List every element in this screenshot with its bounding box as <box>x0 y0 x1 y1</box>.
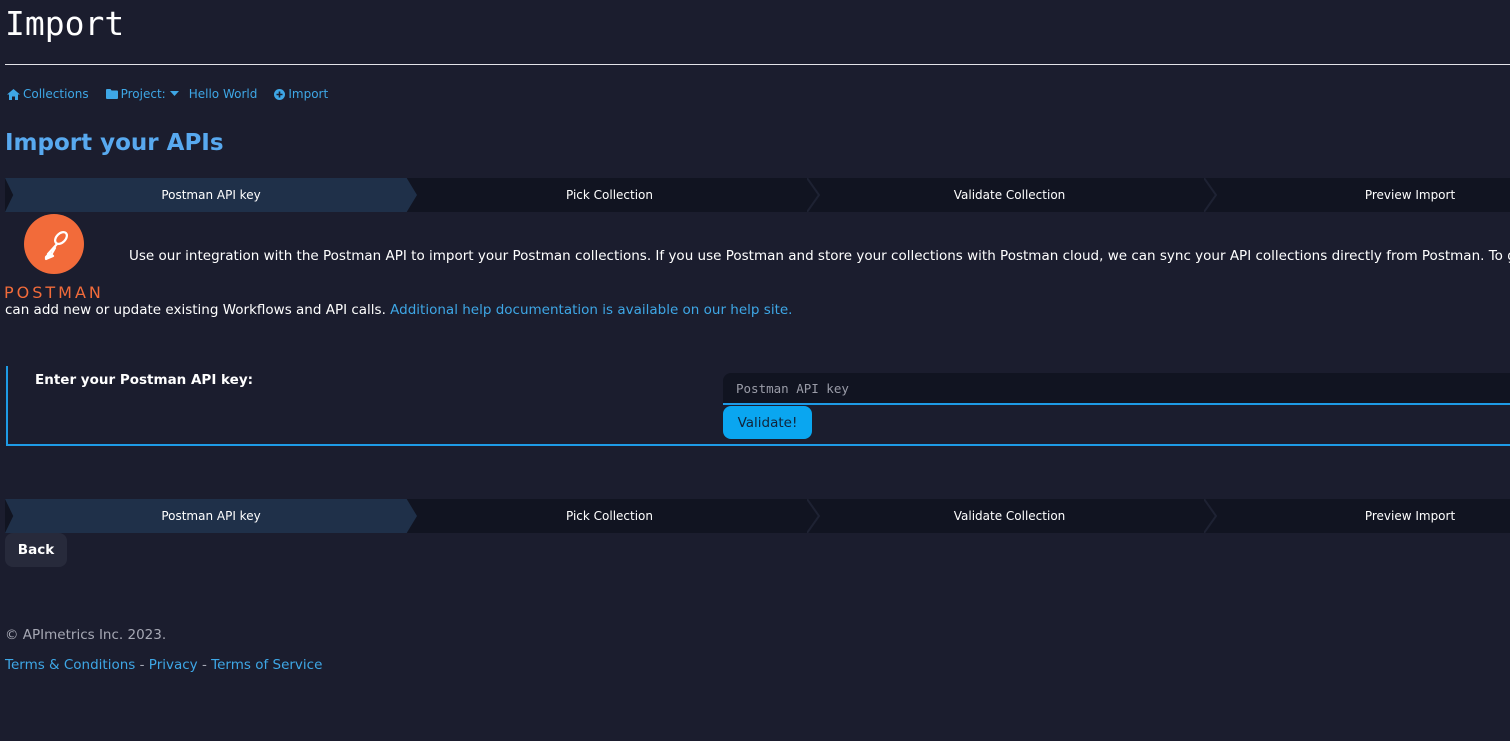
home-icon <box>7 88 20 100</box>
breadcrumb-collections-label: Collections <box>23 87 89 101</box>
step-postman-api-key: Postman API key <box>5 499 417 533</box>
step-label: Preview Import <box>1364 188 1456 202</box>
step-progress-top: Postman API key Pick Collection Validate… <box>5 178 1510 212</box>
step-pick-collection: Pick Collection <box>407 178 812 212</box>
breadcrumb-project-name[interactable]: Hello World <box>189 87 258 101</box>
terms-conditions-link[interactable]: Terms & Conditions <box>5 657 135 673</box>
plus-circle-icon <box>274 88 286 100</box>
step-label: Pick Collection <box>565 509 654 523</box>
step-validate-collection: Validate Collection <box>812 178 1207 212</box>
api-key-label: Enter your Postman API key: <box>35 372 254 388</box>
footer-separator: - <box>135 657 149 673</box>
step-postman-api-key: Postman API key <box>5 178 417 212</box>
folder-icon <box>105 89 118 99</box>
step-label: Postman API key <box>161 188 261 202</box>
breadcrumb-import[interactable]: Import <box>274 87 328 101</box>
step-pick-collection: Pick Collection <box>407 499 812 533</box>
intro-text-tail: can add new or update existing Workflows… <box>5 302 386 318</box>
help-documentation-link[interactable]: Additional help documentation is availab… <box>390 302 792 318</box>
copyright-text: © APImetrics Inc. 2023. <box>5 627 167 643</box>
postman-logo-icon: POSTMAN <box>4 214 104 302</box>
intro-text: Use our integration with the Postman API… <box>129 248 1510 264</box>
privacy-link[interactable]: Privacy <box>149 657 198 673</box>
step-preview-import: Preview Import <box>1210 178 1510 212</box>
step-validate-collection: Validate Collection <box>812 499 1207 533</box>
footer-links: Terms & Conditions - Privacy - Terms of … <box>5 657 322 673</box>
breadcrumb: Collections Project: Hello World Import <box>7 85 328 103</box>
validate-button[interactable]: Validate! <box>723 406 812 439</box>
breadcrumb-import-label: Import <box>288 87 329 101</box>
step-preview-import: Preview Import <box>1210 499 1510 533</box>
intro-text-continued: can add new or update existing Workflows… <box>5 300 792 320</box>
step-progress-bottom: Postman API key Pick Collection Validate… <box>5 499 1510 533</box>
step-label: Preview Import <box>1364 509 1456 523</box>
footer-separator: - <box>197 657 212 673</box>
step-label: Validate Collection <box>953 188 1066 202</box>
step-label: Pick Collection <box>565 188 654 202</box>
postman-logo-mark <box>24 214 84 274</box>
title-divider <box>5 64 1510 65</box>
terms-of-service-link[interactable]: Terms of Service <box>211 657 322 673</box>
breadcrumb-collections[interactable]: Collections <box>7 87 89 101</box>
breadcrumb-project-dropdown[interactable]: Project: <box>105 87 179 101</box>
caret-down-icon <box>169 91 179 97</box>
section-heading: Import your APIs <box>5 130 224 156</box>
breadcrumb-project-label: Project: <box>120 87 166 101</box>
step-label: Postman API key <box>161 509 261 523</box>
api-key-input[interactable] <box>723 373 1510 405</box>
page-title: Import <box>5 4 125 43</box>
page: Import Collections Project: Hello World <box>0 0 1510 741</box>
step-label: Validate Collection <box>953 509 1066 523</box>
back-button[interactable]: Back <box>5 533 67 567</box>
